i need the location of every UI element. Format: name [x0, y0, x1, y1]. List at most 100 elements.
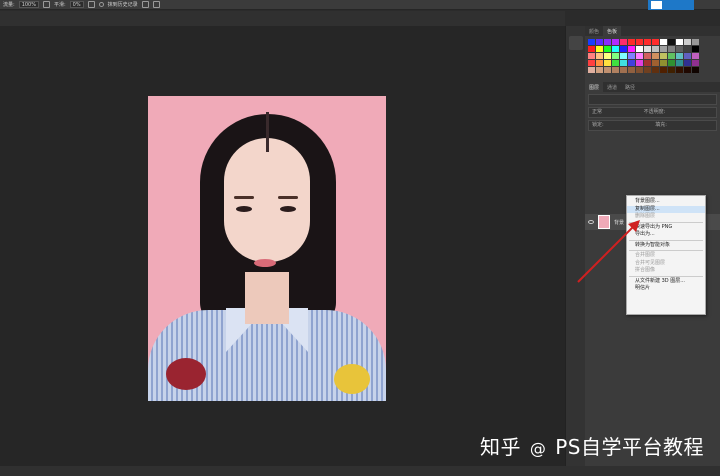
color-swatch[interactable]	[692, 39, 699, 45]
color-swatch[interactable]	[620, 60, 627, 66]
color-swatch[interactable]	[604, 67, 611, 73]
history-panel-icon[interactable]	[569, 36, 583, 50]
color-swatch[interactable]	[692, 67, 699, 73]
menu-item-flatten-image[interactable]: 拼合图像	[627, 267, 705, 275]
gear-icon[interactable]	[87, 1, 95, 8]
tab-layers[interactable]: 图层	[585, 82, 604, 92]
swatch-grid[interactable]	[585, 36, 720, 76]
layer-filter-row[interactable]	[588, 94, 717, 105]
color-swatch[interactable]	[588, 39, 595, 45]
flow-value[interactable]: 100%	[18, 1, 39, 8]
portrait-photo[interactable]	[148, 96, 386, 401]
color-swatch[interactable]	[596, 53, 603, 59]
color-swatch[interactable]	[660, 60, 667, 66]
color-swatch[interactable]	[692, 46, 699, 52]
color-swatch[interactable]	[636, 53, 643, 59]
color-swatch[interactable]	[652, 39, 659, 45]
color-swatch[interactable]	[612, 53, 619, 59]
color-swatch[interactable]	[636, 67, 643, 73]
color-swatch[interactable]	[588, 53, 595, 59]
color-swatch[interactable]	[652, 67, 659, 73]
color-swatch[interactable]	[668, 39, 675, 45]
color-swatch[interactable]	[684, 39, 691, 45]
color-swatch[interactable]	[684, 53, 691, 59]
color-swatch[interactable]	[612, 46, 619, 52]
color-swatch[interactable]	[668, 46, 675, 52]
menu-item-convert-smart-object[interactable]: 转换为智能对象	[627, 242, 705, 250]
color-swatch[interactable]	[596, 67, 603, 73]
color-swatch[interactable]	[660, 39, 667, 45]
color-swatch[interactable]	[676, 67, 683, 73]
color-swatch[interactable]	[644, 60, 651, 66]
color-swatch[interactable]	[636, 46, 643, 52]
color-swatch[interactable]	[588, 67, 595, 73]
menu-item-merge-layers[interactable]: 合并图层	[627, 252, 705, 260]
color-swatch[interactable]	[676, 46, 683, 52]
color-swatch[interactable]	[636, 39, 643, 45]
color-swatch[interactable]	[660, 67, 667, 73]
color-swatch[interactable]	[684, 46, 691, 52]
color-swatch[interactable]	[676, 53, 683, 59]
color-swatch[interactable]	[644, 67, 651, 73]
visibility-eye-icon[interactable]	[588, 220, 594, 224]
airbrush-icon[interactable]	[42, 1, 50, 8]
menu-item-new-3d-layer[interactable]: 从文件新建 3D 图层...	[627, 278, 705, 286]
lock-fill-row[interactable]: 锁定: 填充:	[588, 120, 717, 131]
color-swatch[interactable]	[596, 60, 603, 66]
pressure-icon[interactable]	[141, 1, 149, 8]
menu-item-duplicate-layer[interactable]: 复制图层...	[627, 205, 705, 213]
color-swatch[interactable]	[684, 67, 691, 73]
color-swatch[interactable]	[612, 60, 619, 66]
smooth-value[interactable]: 0%	[69, 1, 84, 8]
tab-channels[interactable]: 通道	[603, 82, 621, 92]
color-swatch[interactable]	[684, 60, 691, 66]
color-swatch[interactable]	[652, 60, 659, 66]
color-swatch[interactable]	[628, 53, 635, 59]
color-swatch[interactable]	[652, 46, 659, 52]
color-swatch[interactable]	[668, 67, 675, 73]
color-swatch[interactable]	[628, 46, 635, 52]
tab-paths[interactable]: 路径	[621, 82, 639, 92]
menu-item-postcard[interactable]: 明信片	[627, 285, 705, 293]
symmetry-icon[interactable]	[152, 1, 160, 8]
menu-item-quick-export-png[interactable]: 快速导出为 PNG	[627, 224, 705, 232]
blend-mode-row[interactable]: 正常 不透明度:	[588, 107, 717, 118]
color-swatch[interactable]	[676, 60, 683, 66]
color-swatch[interactable]	[588, 46, 595, 52]
color-swatch[interactable]	[668, 53, 675, 59]
color-swatch[interactable]	[612, 39, 619, 45]
erase-history-checkbox[interactable]	[98, 2, 104, 7]
menu-item-export-as[interactable]: 导出为...	[627, 231, 705, 239]
color-swatch[interactable]	[668, 60, 675, 66]
color-swatch[interactable]	[628, 60, 635, 66]
color-swatch[interactable]	[620, 67, 627, 73]
color-swatch[interactable]	[636, 60, 643, 66]
color-swatch[interactable]	[604, 53, 611, 59]
color-swatch[interactable]	[644, 46, 651, 52]
color-swatch[interactable]	[620, 46, 627, 52]
color-swatch[interactable]	[588, 60, 595, 66]
color-swatch[interactable]	[660, 53, 667, 59]
color-swatch[interactable]	[644, 39, 651, 45]
color-swatch[interactable]	[692, 60, 699, 66]
color-swatch[interactable]	[660, 46, 667, 52]
menu-item-background-layer[interactable]: 背景图层...	[627, 198, 705, 206]
color-swatch[interactable]	[604, 39, 611, 45]
color-swatch[interactable]	[692, 53, 699, 59]
color-swatch[interactable]	[604, 60, 611, 66]
color-swatch[interactable]	[628, 67, 635, 73]
color-swatch[interactable]	[652, 53, 659, 59]
color-swatch[interactable]	[612, 67, 619, 73]
color-swatch[interactable]	[628, 39, 635, 45]
color-swatch[interactable]	[604, 46, 611, 52]
color-swatch[interactable]	[620, 53, 627, 59]
color-swatch[interactable]	[620, 39, 627, 45]
color-swatch[interactable]	[596, 39, 603, 45]
menu-item-merge-visible[interactable]: 合并可见图层	[627, 260, 705, 268]
tab-color[interactable]: 颜色	[585, 26, 603, 36]
menu-item-delete-layer[interactable]: 删除图层	[627, 213, 705, 221]
color-swatch[interactable]	[676, 39, 683, 45]
tab-swatches[interactable]: 色板	[603, 26, 622, 36]
cloud-docs-button[interactable]	[648, 0, 694, 10]
color-swatch[interactable]	[596, 46, 603, 52]
